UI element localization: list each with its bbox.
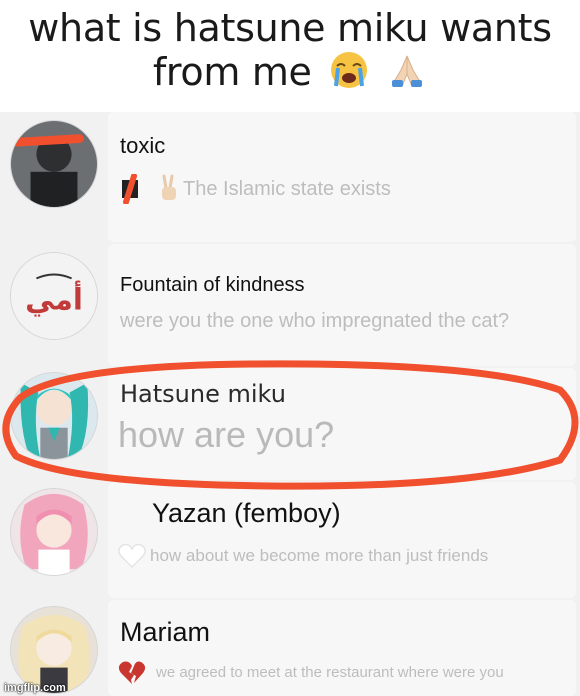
folded-hands-icon xyxy=(387,50,427,99)
hand-peace-icon xyxy=(158,174,180,207)
meme-caption: what is hatsune miku wants from me xyxy=(0,6,580,99)
chat-row-mariam[interactable]: Mariam we agreed to meet at the restaura… xyxy=(0,600,580,696)
chat-last-message: were you the one who impregnated the cat… xyxy=(120,310,510,332)
broken-heart-icon xyxy=(118,660,146,691)
caption-line-2-wrap: from me xyxy=(0,50,580,99)
anime-avatar-icon xyxy=(10,372,98,460)
chat-name: Yazan (femboy) xyxy=(152,498,341,528)
chat-last-message: The Islamic state exists xyxy=(183,178,391,200)
anime-avatar-icon xyxy=(10,606,98,694)
chat-row-yazan[interactable]: Yazan (femboy) how about we become more … xyxy=(0,482,580,598)
chat-last-message: we agreed to meet at the restaurant wher… xyxy=(156,664,504,681)
anime-avatar-icon xyxy=(10,488,98,576)
chat-row-fountain-of-kindness[interactable]: أمي Fountain of kindness were you the on… xyxy=(0,244,580,366)
redaction-mark xyxy=(120,173,158,209)
chat-row-hatsune-miku[interactable]: Hatsune miku how are you? xyxy=(0,368,580,480)
chat-name: Fountain of kindness xyxy=(120,274,305,296)
caption-line-1: what is hatsune miku wants xyxy=(28,6,552,50)
chat-name: Mariam xyxy=(120,617,211,647)
chat-name: toxic xyxy=(120,133,166,158)
chat-last-message: how are you? xyxy=(118,414,335,455)
chat-bubble xyxy=(108,244,576,366)
arabic-calligraphy-avatar-icon: أمي xyxy=(10,252,98,340)
chat-bubble xyxy=(108,600,576,696)
avatar-calligraphy-text: أمي xyxy=(25,281,83,318)
redacted-avatar-icon xyxy=(10,120,98,208)
loudly-crying-face-icon xyxy=(329,50,369,99)
watermark: imgflip.com xyxy=(4,682,66,694)
caption-line-2: from me xyxy=(152,50,312,94)
chat-list: toxic The Islamic state exists أمي Fount… xyxy=(0,112,580,696)
chat-name: Hatsune miku xyxy=(120,380,286,408)
chat-row-toxic[interactable]: toxic The Islamic state exists xyxy=(0,112,580,242)
white-heart-icon xyxy=(118,543,146,574)
chat-last-message: how about we become more than just frien… xyxy=(150,546,489,565)
